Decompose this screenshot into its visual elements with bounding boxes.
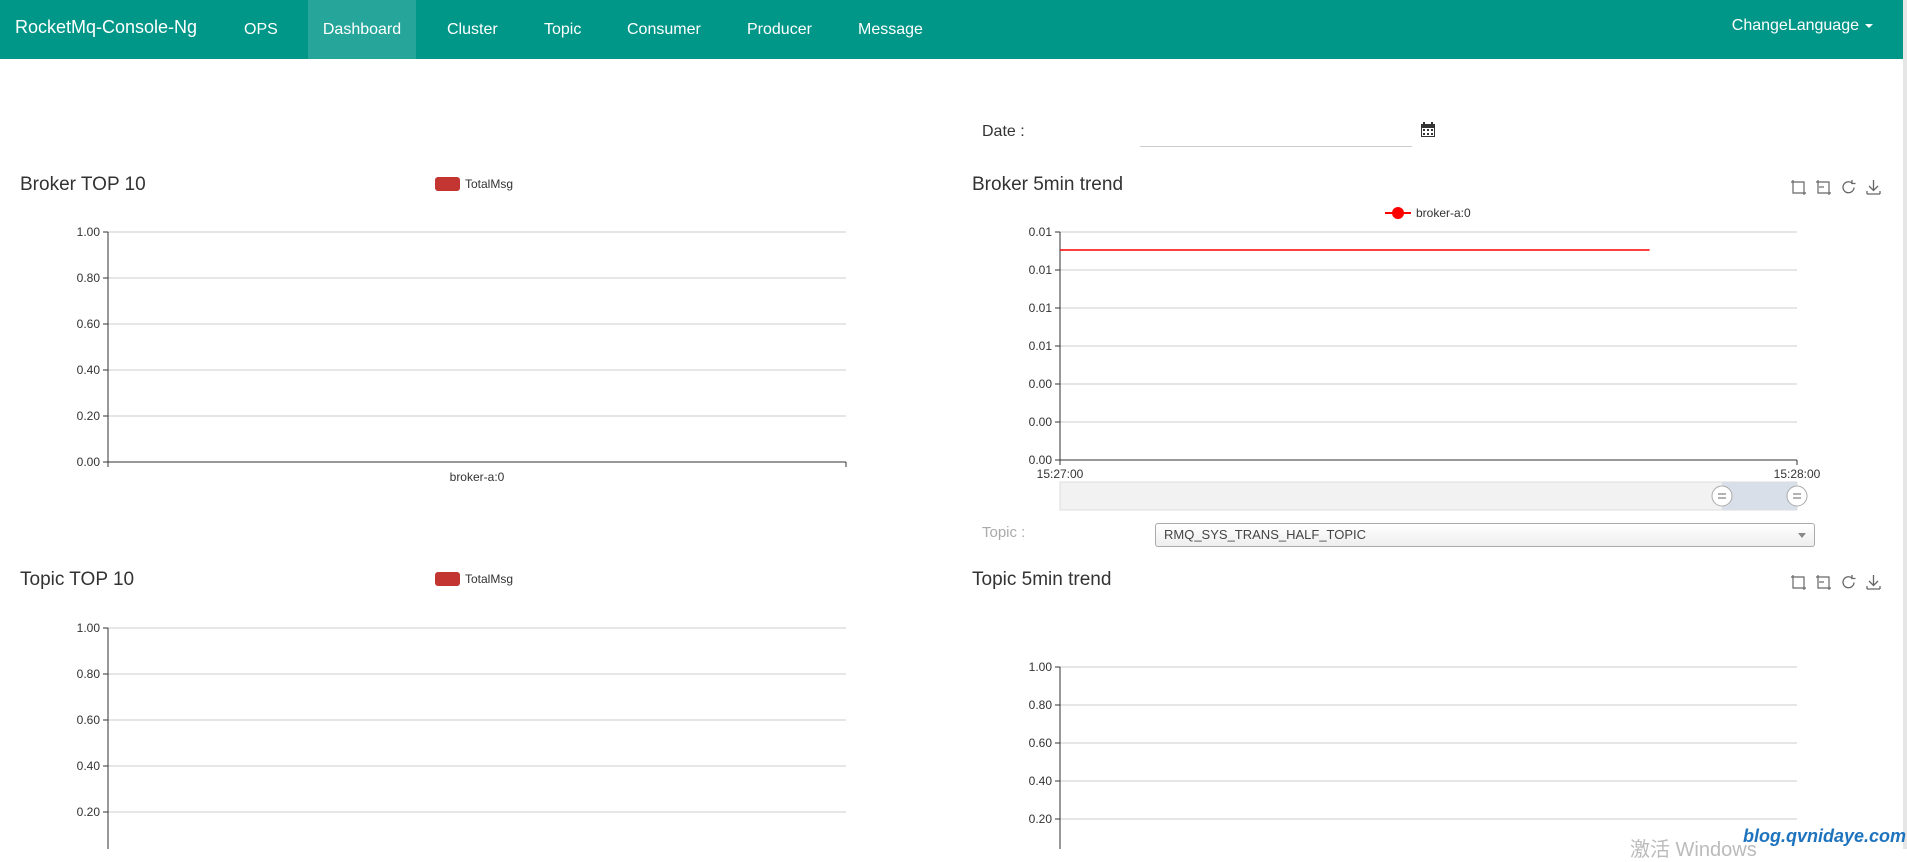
zoom-icon[interactable] [1790,574,1807,591]
legend-swatch [435,177,460,191]
restore-icon[interactable] [1840,179,1857,196]
datazoom-selection [1722,482,1797,510]
y-tick-label: 0.01 [1029,225,1053,239]
datazoom-track [1059,481,1798,511]
topic-top10-chart: 1.00 0.80 0.60 0.40 0.20 [77,621,846,849]
y-tick-label: 0.00 [1029,453,1053,467]
legend-label: TotalMsg [465,177,514,191]
topic-trend-chart: 1.00 0.80 0.60 0.40 0.20 [1029,660,1797,849]
broker-trend-title: Broker 5min trend [972,174,1124,195]
y-tick-label: 0.20 [77,409,101,423]
y-tick-label: 0.20 [77,805,101,819]
topic-select-value: RMQ_SYS_TRANS_HALF_TOPIC [1164,527,1367,542]
legend-line-marker [1385,206,1411,220]
download-icon[interactable] [1865,574,1882,591]
windows-activation-watermark: 激活 Windows [1630,839,1757,861]
caret-down-icon [1865,23,1873,28]
y-tick-label: 0.80 [77,271,101,285]
zoom-reset-icon[interactable] [1815,179,1832,196]
y-tick-label: 1.00 [77,225,101,239]
y-tick-label: 1.00 [77,621,101,635]
y-tick-label: 0.01 [1029,263,1053,277]
y-tick-label: 0.60 [77,713,101,727]
zoom-reset-icon[interactable] [1815,574,1832,591]
x-tick-label: 15:28:00 [1774,467,1821,481]
y-tick-label: 0.01 [1029,301,1053,315]
broker-trend-legend[interactable]: broker-a:0 [1385,206,1471,220]
y-tick-label: 0.80 [1029,698,1053,712]
date-input[interactable] [1140,120,1412,147]
datazoom-handle [1711,485,1733,507]
y-tick-label: 0.00 [1029,377,1053,391]
nav-consumer[interactable]: Consumer [612,0,716,59]
top-navbar: RocketMq-Console-Ng OPS Dashboard Cluste… [0,0,1903,59]
topic-trend-toolbox [1790,574,1882,591]
broker-top10-chart: 1.00 0.80 0.60 0.40 0.20 0.00 broker-a:0 [77,225,847,484]
topic-trend-title: Topic 5min trend [972,569,1112,590]
y-tick-label: 0.60 [1029,736,1053,750]
brand-title[interactable]: RocketMq-Console-Ng [15,17,197,38]
datazoom-handle [1786,485,1808,507]
broker-top10-title: Broker TOP 10 [20,174,146,195]
nav-topic[interactable]: Topic [529,0,596,59]
nav-ops[interactable]: OPS [229,0,293,59]
restore-icon[interactable] [1840,574,1857,591]
topic-select[interactable]: RMQ_SYS_TRANS_HALF_TOPIC [1155,523,1815,547]
y-tick-label: 0.00 [77,455,101,469]
topic-label: Topic : [982,524,1026,541]
broker-trend-toolbox [1790,179,1882,196]
zoom-icon[interactable] [1790,179,1807,196]
date-label: Date : [982,123,1025,140]
y-tick-label: 0.80 [77,667,101,681]
page-scrollbar[interactable] [1903,0,1907,849]
change-language-dropdown[interactable]: ChangeLanguage [1732,17,1873,35]
legend-label: broker-a:0 [1416,206,1471,220]
y-tick-label: 0.01 [1029,339,1053,353]
y-tick-label: 1.00 [1029,660,1053,674]
legend-swatch [435,572,460,586]
y-tick-label: 0.40 [77,759,101,773]
site-watermark: blog.qvnidaye.com [1743,826,1907,846]
calendar-icon[interactable] [1421,122,1435,137]
y-tick-label: 0.40 [1029,774,1053,788]
topic-top10-legend[interactable]: TotalMsg [435,572,513,586]
topic-top10-title: Topic TOP 10 [20,569,135,590]
nav-message[interactable]: Message [843,0,938,59]
nav-producer[interactable]: Producer [732,0,827,59]
nav-dashboard[interactable]: Dashboard [308,0,416,59]
nav-cluster[interactable]: Cluster [432,0,513,59]
broker-top10-legend[interactable]: TotalMsg [435,177,513,191]
x-tick-label: broker-a:0 [450,470,505,484]
y-tick-label: 0.60 [77,317,101,331]
broker-trend-chart: 0.010.010.010.010.000.000.0015:27:00 15:2… [1029,225,1821,511]
change-language-label: ChangeLanguage [1731,17,1859,34]
x-tick-label: 15:27:00 [1037,467,1084,481]
y-tick-label: 0.40 [77,363,101,377]
dropdown-arrow-icon [1798,533,1806,538]
y-tick-label: 0.20 [1029,812,1053,826]
download-icon[interactable] [1865,179,1882,196]
legend-label: TotalMsg [465,572,514,586]
y-tick-label: 0.00 [1029,415,1053,429]
